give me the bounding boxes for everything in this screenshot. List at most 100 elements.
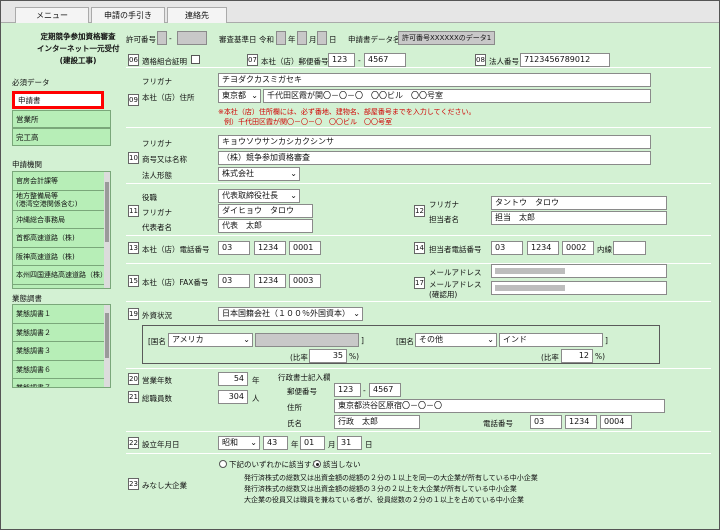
- scrivener-phone1-field[interactable]: 03: [530, 415, 562, 429]
- prefecture-select[interactable]: 東京都 ⌄: [218, 89, 261, 103]
- criteria-line-2: 発行済株式の総数又は出資金額の総額の３分の２以上を大企業が所有している中小企業: [244, 485, 517, 493]
- survey-scrollbar[interactable]: [104, 305, 110, 387]
- email-confirm-field[interactable]: [491, 281, 667, 295]
- review-month-field[interactable]: [297, 31, 307, 45]
- zip-separator: -: [358, 56, 361, 65]
- scrivener-zip1-field[interactable]: 123: [334, 383, 361, 397]
- contact-name-field[interactable]: 担当 太郎: [491, 211, 667, 225]
- agency-item[interactable]: 官房会計課等: [13, 172, 110, 191]
- agency-item[interactable]: 首都高速道路（株): [13, 229, 110, 248]
- agencies-label: 申請機関: [12, 160, 42, 169]
- survey-label: 業態調書: [12, 294, 42, 303]
- review-year-field[interactable]: [276, 31, 286, 45]
- agency-item[interactable]: 沖縄総合事務局: [13, 211, 110, 229]
- field-number-07: 07: [247, 54, 258, 66]
- employees-unit: 人: [252, 394, 260, 403]
- address-field[interactable]: 千代田区霞が関〇－〇－〇 〇〇ビル 〇〇号室: [263, 89, 651, 103]
- deemed-large-radio-no[interactable]: [313, 460, 321, 468]
- agency-item[interactable]: 阪神高速道路（株): [13, 248, 110, 266]
- field-number-08: 08: [475, 54, 486, 66]
- address-kana-field[interactable]: チヨダクカスミガセキ: [218, 73, 651, 87]
- deemed-large-radio-yes[interactable]: [219, 460, 227, 468]
- system-title-line1: 定期競争参加資格審査: [40, 32, 116, 41]
- company-name-field[interactable]: （株）競争参加資格審査: [218, 151, 651, 165]
- review-day-field[interactable]: [317, 31, 327, 45]
- scrivener-phone3-field[interactable]: 0004: [600, 415, 632, 429]
- menu-tab-guide[interactable]: 申請の手引き: [91, 7, 165, 23]
- contact-phone2-field[interactable]: 1234: [527, 241, 559, 255]
- founding-month-field[interactable]: 01: [300, 436, 325, 450]
- agency-item[interactable]: 本州四国連絡高速道路（株）: [13, 266, 110, 285]
- hq-phone3-field[interactable]: 0001: [289, 241, 321, 255]
- criteria-line-1: 発行済株式の総数又は出資金額の総額の２分の１以上を同一の大企業が所有している中小…: [244, 474, 538, 482]
- founding-day-field[interactable]: 31: [337, 436, 362, 450]
- foreign-capital-select[interactable]: 日本国籍会社（１００％外国資本） ⌄: [218, 307, 363, 321]
- contact-phone-label: 担当者電話番号: [429, 245, 482, 254]
- extension-field[interactable]: [613, 241, 646, 255]
- agency-item[interactable]: 地方整備局等 (港湾空港関係含む): [13, 191, 110, 211]
- eligible-union-checkbox[interactable]: [191, 55, 200, 64]
- scrivener-name-field[interactable]: 行政 太郎: [334, 415, 420, 429]
- day-unit: 日: [329, 35, 337, 44]
- permit-number-field[interactable]: [177, 31, 207, 45]
- country-select-2[interactable]: その他 ⌄: [415, 333, 497, 347]
- divider: [126, 235, 711, 236]
- hq-fax1-field[interactable]: 03: [218, 274, 250, 288]
- country-text-2[interactable]: インド: [499, 333, 603, 347]
- founding-era-select[interactable]: 昭和 ⌄: [218, 436, 260, 450]
- permit-number-prefix[interactable]: [157, 31, 167, 45]
- position-label: 役職: [142, 193, 157, 202]
- field-number-20: 20: [128, 373, 139, 385]
- hq-zip1-field[interactable]: 123: [328, 53, 355, 67]
- corporate-form-select[interactable]: 株式会社 ⌄: [218, 167, 300, 181]
- employees-field[interactable]: 304: [218, 390, 248, 404]
- survey-item[interactable]: 業態調書２: [13, 324, 110, 342]
- hq-zip2-field[interactable]: 4567: [364, 53, 406, 67]
- hq-fax2-field[interactable]: 1234: [254, 274, 286, 288]
- contact-phone1-field[interactable]: 03: [491, 241, 523, 255]
- founding-year-field[interactable]: 43: [263, 436, 288, 450]
- survey-item[interactable]: 業態調書１: [13, 305, 110, 324]
- hq-phone2-field[interactable]: 1234: [254, 241, 286, 255]
- address-note: ※本社（店）住所欄には、必ず番地、建物名、部屋番号までを入力してください。: [218, 108, 476, 116]
- divider: [126, 368, 711, 369]
- representative-name-field[interactable]: 代表 太郎: [218, 219, 313, 233]
- menu-tab-menu[interactable]: メニュー: [15, 7, 89, 23]
- country-select-1[interactable]: アメリカ ⌄: [168, 333, 253, 347]
- prefecture-value: 東京都: [222, 91, 246, 100]
- sidebar-item-completed-works[interactable]: 完工高: [12, 128, 111, 146]
- corporate-number-field[interactable]: 7123456789012: [520, 53, 610, 67]
- radio-dot-icon: [315, 462, 319, 466]
- company-kana-field[interactable]: キョウソウサンカシカクシンサ: [218, 135, 651, 149]
- chevron-down-icon: ⌄: [290, 169, 297, 178]
- hq-fax3-field[interactable]: 0003: [289, 274, 321, 288]
- position-select[interactable]: 代表取締役社長 ⌄: [218, 189, 300, 203]
- scrivener-zip2-field[interactable]: 4567: [369, 383, 401, 397]
- contact-phone3-field[interactable]: 0002: [562, 241, 594, 255]
- system-title-line2: インターネット一元受付: [37, 44, 120, 53]
- chevron-down-icon: ⌄: [243, 335, 250, 344]
- ratio-field-2[interactable]: 12: [561, 349, 593, 363]
- representative-kana-field[interactable]: ダイヒョウ タロウ: [218, 204, 313, 218]
- year-unit: 年: [288, 35, 296, 44]
- survey-item[interactable]: 業態調書３: [13, 342, 110, 361]
- menu-tab-contact[interactable]: 連絡先: [167, 7, 227, 23]
- data-name-field[interactable]: 許可番号XXXXXXのデータ1: [398, 31, 495, 45]
- blurred-email: [495, 268, 565, 274]
- years-in-business-field[interactable]: 54: [218, 372, 248, 386]
- agencies-scrollbar[interactable]: [104, 172, 110, 288]
- email-field[interactable]: [491, 264, 667, 278]
- contact-kana-field[interactable]: タントウ タロウ: [491, 196, 667, 210]
- eligible-union-label: 適格組合証明: [142, 57, 187, 66]
- sidebar-item-application[interactable]: 申請書: [12, 91, 104, 109]
- ratio-field-1[interactable]: 35: [309, 349, 347, 363]
- scrivener-phone2-field[interactable]: 1234: [565, 415, 597, 429]
- scrivener-zip-label: 郵便番号: [287, 387, 317, 396]
- country-text-1[interactable]: [255, 333, 359, 347]
- survey-item[interactable]: 業態調書６: [13, 361, 110, 379]
- founding-date-label: 設立年月日: [142, 440, 180, 449]
- hq-phone1-field[interactable]: 03: [218, 241, 250, 255]
- survey-item[interactable]: 業態調書７: [13, 379, 110, 387]
- scrivener-address-field[interactable]: 東京都渋谷区原宿〇－〇－〇: [334, 399, 665, 413]
- sidebar-item-office[interactable]: 営業所: [12, 110, 111, 128]
